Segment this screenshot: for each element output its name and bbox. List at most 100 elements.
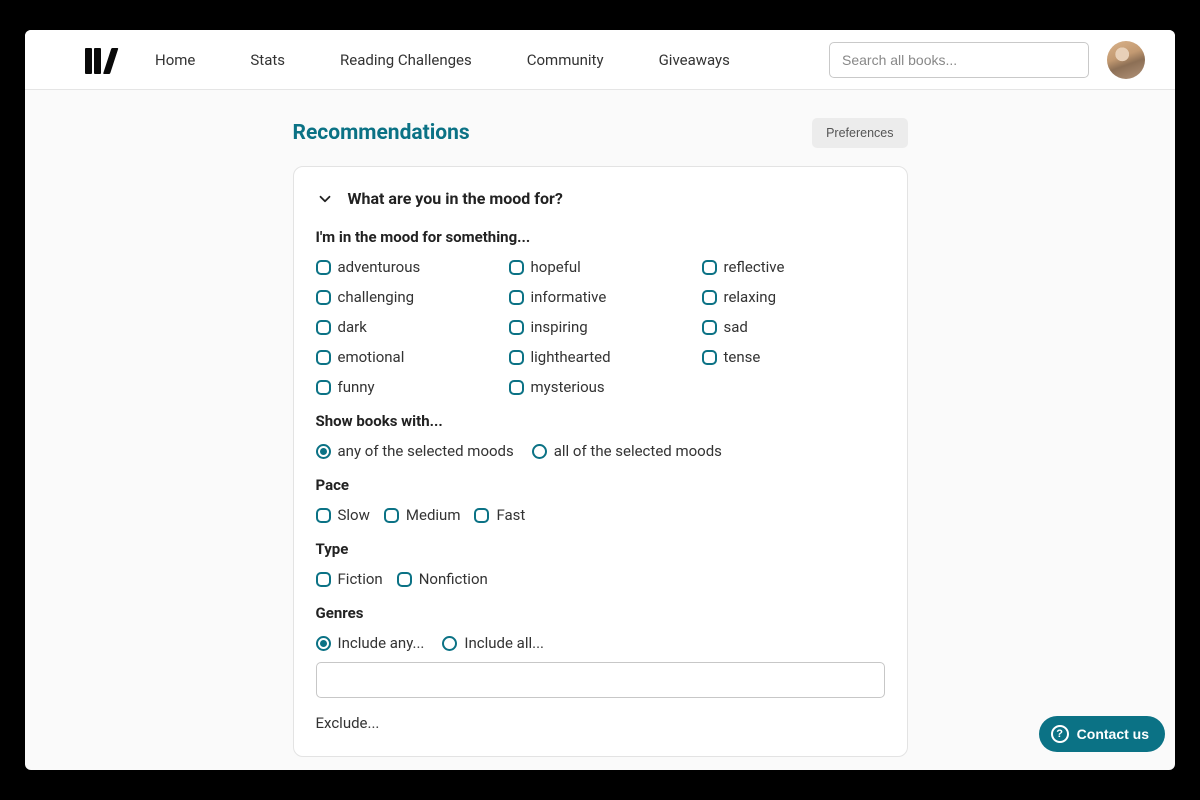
option-label: dark [338,318,367,336]
nav-community[interactable]: Community [527,51,604,69]
mood-option-adventurous[interactable]: adventurous [316,258,499,276]
mood-option-inspiring[interactable]: inspiring [509,318,692,336]
option-label: Fiction [338,570,383,588]
option-label: hopeful [531,258,581,276]
option-label: funny [338,378,375,396]
pace-slow[interactable]: Slow [316,506,370,524]
option-label: mysterious [531,378,605,396]
pace-fast[interactable]: Fast [474,506,525,524]
page-header: Recommendations Preferences [293,118,908,148]
mood-option-tense[interactable]: tense [702,348,885,366]
checkbox-icon [509,350,524,365]
accordion-title: What are you in the mood for? [348,189,563,208]
genres-include-any[interactable]: Include any... [316,634,425,652]
pace-medium[interactable]: Medium [384,506,461,524]
chevron-down-icon [316,190,334,208]
mood-option-relaxing[interactable]: relaxing [702,288,885,306]
option-label: tense [724,348,761,366]
showbooks-options: any of the selected moods all of the sel… [316,442,885,460]
checkbox-icon [509,380,524,395]
option-label: informative [531,288,607,306]
mood-option-lighthearted[interactable]: lighthearted [509,348,692,366]
option-label: all of the selected moods [554,442,722,460]
option-label: adventurous [338,258,421,276]
avatar[interactable] [1107,41,1145,79]
top-nav: Home Stats Reading Challenges Community … [25,30,1175,90]
radio-icon [316,636,331,651]
logo-icon[interactable] [85,46,115,74]
checkbox-icon [397,572,412,587]
option-label: Include any... [338,634,425,652]
showbooks-any[interactable]: any of the selected moods [316,442,514,460]
checkbox-icon [702,290,717,305]
nav-stats[interactable]: Stats [250,51,285,69]
type-nonfiction[interactable]: Nonfiction [397,570,488,588]
mood-option-funny[interactable]: funny [316,378,499,396]
checkbox-icon [509,290,524,305]
checkbox-icon [316,260,331,275]
genres-exclude-label: Exclude... [316,714,885,732]
accordion-header[interactable]: What are you in the mood for? [316,189,885,208]
checkbox-icon [316,508,331,523]
radio-icon [442,636,457,651]
radio-icon [532,444,547,459]
mood-option-challenging[interactable]: challenging [316,288,499,306]
checkbox-icon [474,508,489,523]
mood-option-dark[interactable]: dark [316,318,499,336]
checkbox-icon [316,572,331,587]
option-label: inspiring [531,318,588,336]
checkbox-icon [702,350,717,365]
checkbox-icon [509,260,524,275]
checkbox-icon [702,320,717,335]
mood-option-informative[interactable]: informative [509,288,692,306]
genres-label: Genres [316,604,885,622]
contact-button[interactable]: ? Contact us [1039,716,1165,752]
type-label: Type [316,540,885,558]
mood-option-hopeful[interactable]: hopeful [509,258,692,276]
nav-links: Home Stats Reading Challenges Community … [155,51,730,69]
showbooks-label: Show books with... [316,412,885,430]
nav-home[interactable]: Home [155,51,195,69]
radio-icon [316,444,331,459]
mood-option-sad[interactable]: sad [702,318,885,336]
checkbox-icon [384,508,399,523]
option-label: Include all... [464,634,544,652]
option-label: lighthearted [531,348,611,366]
mood-label: I'm in the mood for something... [316,228,885,246]
checkbox-icon [702,260,717,275]
option-label: relaxing [724,288,777,306]
checkbox-icon [316,350,331,365]
option-label: challenging [338,288,415,306]
genres-include-all[interactable]: Include all... [442,634,544,652]
preferences-button[interactable]: Preferences [812,118,907,148]
mood-option-reflective[interactable]: reflective [702,258,885,276]
help-icon: ? [1051,725,1069,743]
recommendations-card: What are you in the mood for? I'm in the… [293,166,908,757]
option-label: any of the selected moods [338,442,514,460]
option-label: emotional [338,348,405,366]
checkbox-icon [316,290,331,305]
pace-options: Slow Medium Fast [316,506,885,524]
option-label: Slow [338,506,370,524]
contact-label: Contact us [1077,726,1149,742]
mood-option-mysterious[interactable]: mysterious [509,378,692,396]
showbooks-all[interactable]: all of the selected moods [532,442,722,460]
search-input[interactable] [829,42,1089,78]
genres-include-options: Include any... Include all... [316,634,885,652]
option-label: Fast [496,506,525,524]
mood-option-emotional[interactable]: emotional [316,348,499,366]
mood-options: adventurous hopeful reflective challengi… [316,258,885,396]
nav-reading-challenges[interactable]: Reading Challenges [340,51,472,69]
type-fiction[interactable]: Fiction [316,570,383,588]
page-title: Recommendations [293,121,470,145]
option-label: Medium [406,506,461,524]
option-label: Nonfiction [419,570,488,588]
pace-label: Pace [316,476,885,494]
option-label: reflective [724,258,785,276]
checkbox-icon [316,380,331,395]
type-options: Fiction Nonfiction [316,570,885,588]
option-label: sad [724,318,748,336]
genres-include-input[interactable] [316,662,885,698]
nav-giveaways[interactable]: Giveaways [659,51,730,69]
checkbox-icon [316,320,331,335]
